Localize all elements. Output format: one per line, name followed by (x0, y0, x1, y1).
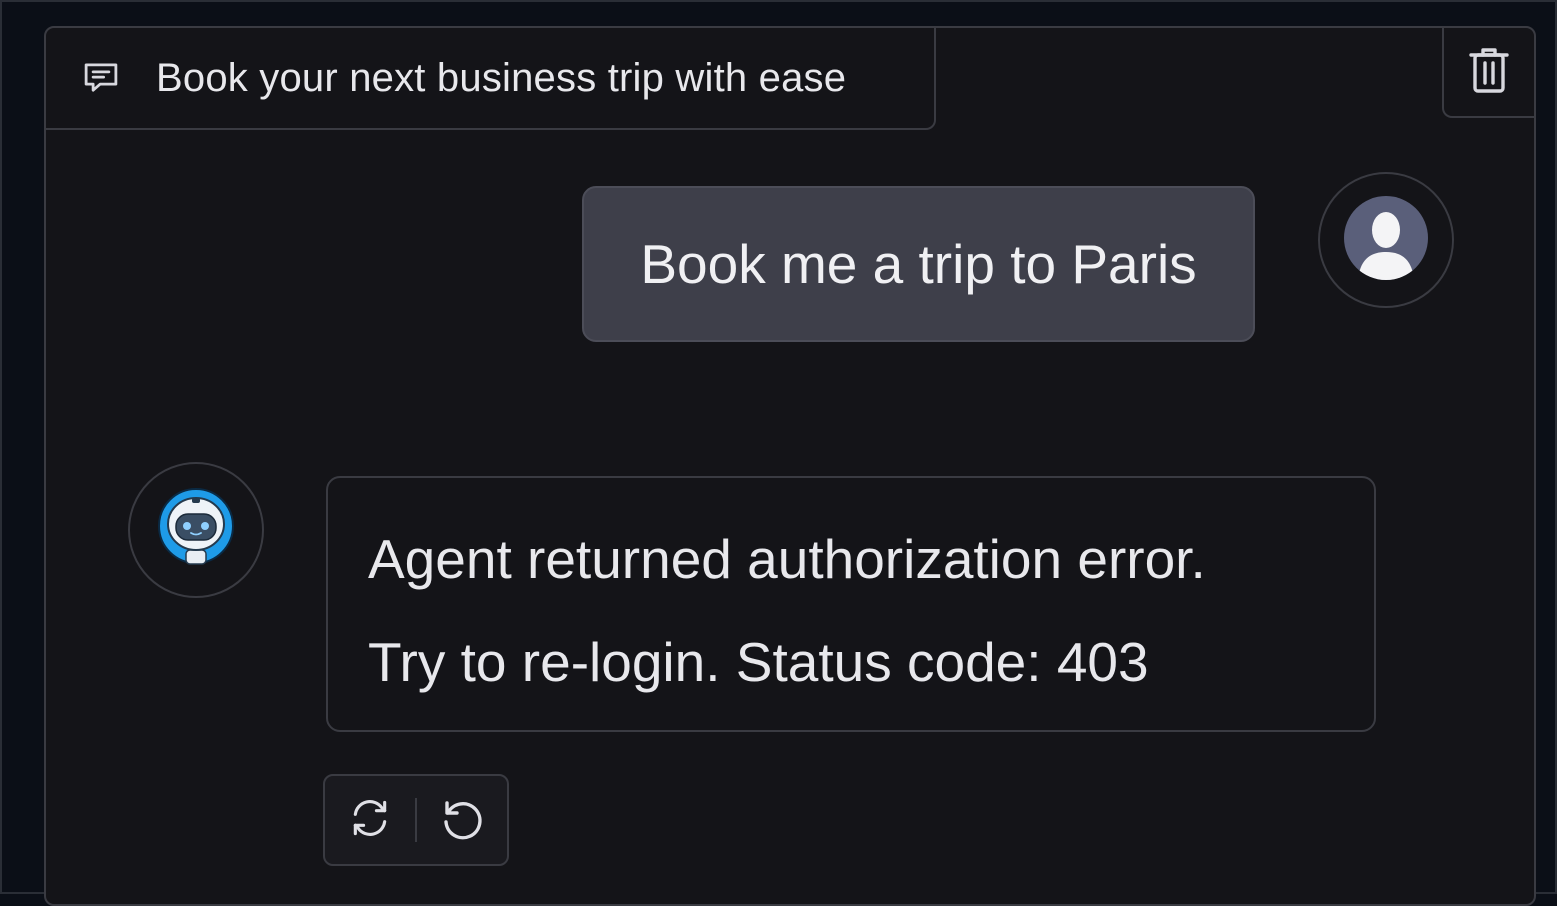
regenerate-button[interactable] (325, 776, 415, 864)
app-frame: Book your next business trip with ease B… (0, 0, 1557, 906)
chat-title: Book your next business trip with ease (156, 55, 847, 100)
assistant-avatar (128, 462, 264, 598)
user-avatar-icon (1344, 195, 1428, 285)
undo-icon (438, 794, 486, 847)
refresh-icon (348, 796, 392, 845)
chat-panel: Book your next business trip with ease B… (44, 26, 1536, 906)
message-actions (323, 774, 509, 866)
assistant-message: Agent returned authorization error. Try … (326, 476, 1376, 732)
user-message-text: Book me a trip to Paris (640, 233, 1197, 295)
user-message: Book me a trip to Paris (582, 186, 1255, 342)
delete-chat-button[interactable] (1442, 28, 1534, 118)
trash-icon (1467, 45, 1511, 100)
chat-title-tab[interactable]: Book your next business trip with ease (46, 28, 936, 130)
assistant-message-line-1: Agent returned authorization error. (368, 528, 1206, 590)
assistant-message-line-2: Try to re-login. Status code: 403 (368, 631, 1149, 693)
undo-button[interactable] (417, 776, 507, 864)
robot-avatar-icon (154, 486, 238, 575)
chat-icon (80, 57, 122, 99)
user-avatar (1318, 172, 1454, 308)
